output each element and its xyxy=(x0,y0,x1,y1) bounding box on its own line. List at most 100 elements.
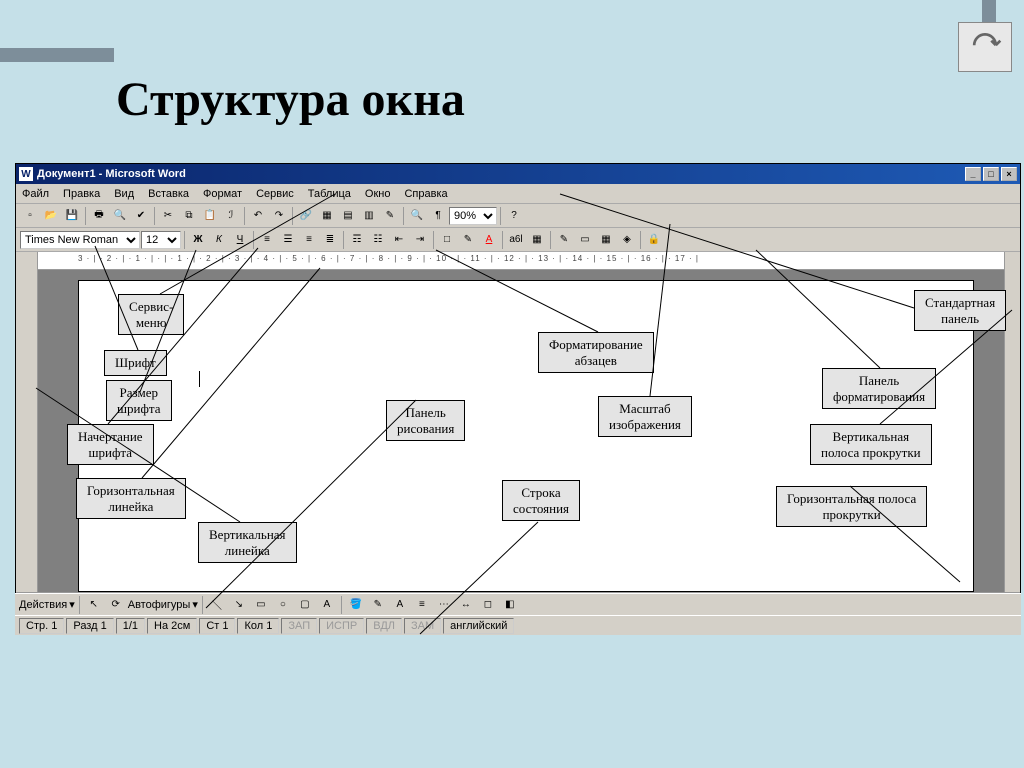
close-button[interactable]: × xyxy=(1001,167,1017,181)
drawing-toolbar: Действия▾ ↖ ⟳ Автофигуры▾ ＼ ↘ ▭ ○ ▢ A 🪣 … xyxy=(15,593,1021,615)
callout-v-ruler: Вертикальнаялинейка xyxy=(198,522,297,563)
status-pages: 1/1 xyxy=(116,618,145,634)
arrow-shape-icon[interactable]: ↘ xyxy=(229,595,249,615)
cut-icon[interactable]: ✂ xyxy=(158,206,178,226)
format-painter-icon[interactable]: ℐ xyxy=(221,206,241,226)
menu-edit[interactable]: Правка xyxy=(63,188,100,200)
callout-para-format: Форматированиеабзацев xyxy=(538,332,654,373)
menu-format[interactable]: Формат xyxy=(203,188,242,200)
vertical-ruler[interactable] xyxy=(16,252,38,592)
font-size-select[interactable]: 12 xyxy=(141,231,181,249)
highlight-icon[interactable]: ✎ xyxy=(458,230,478,250)
print-icon[interactable]: 🖶 xyxy=(89,206,109,226)
menu-help[interactable]: Справка xyxy=(404,188,447,200)
callout-draw-panel: Панельрисования xyxy=(386,400,465,441)
font-color-icon[interactable]: A xyxy=(479,230,499,250)
extra5-icon[interactable]: ▦ xyxy=(596,230,616,250)
numbered-list-icon[interactable]: ☶ xyxy=(347,230,367,250)
bullet-list-icon[interactable]: ☷ xyxy=(368,230,388,250)
arrow-style-icon[interactable]: ↔ xyxy=(456,595,476,615)
callout-scale: Масштабизображения xyxy=(598,396,692,437)
map-icon[interactable]: 🔍 xyxy=(407,206,427,226)
callout-font-style: Начертаниешрифта xyxy=(67,424,154,465)
decoration-bar-h xyxy=(0,48,114,62)
callout-h-ruler: Горизонтальнаялинейка xyxy=(76,478,186,519)
line-shape-icon[interactable]: ＼ xyxy=(207,595,227,615)
maximize-button[interactable]: □ xyxy=(983,167,999,181)
text-color-icon[interactable]: A xyxy=(390,595,410,615)
callout-v-scroll: Вертикальнаяполоса прокрутки xyxy=(810,424,932,465)
lock-icon[interactable]: 🔒 xyxy=(644,230,664,250)
link-icon[interactable]: 🔗 xyxy=(296,206,316,226)
status-at: На 2см xyxy=(147,618,197,634)
text-cursor xyxy=(199,371,200,387)
extra3-icon[interactable]: ✎ xyxy=(554,230,574,250)
extra2-icon[interactable]: ▦ xyxy=(527,230,547,250)
align-left-icon[interactable]: ≡ xyxy=(257,230,277,250)
fill-color-icon[interactable]: 🪣 xyxy=(346,595,366,615)
rotate-icon[interactable]: ⟳ xyxy=(106,595,126,615)
columns-icon[interactable]: ▥ xyxy=(359,206,379,226)
status-line: Ст 1 xyxy=(199,618,235,634)
menu-insert[interactable]: Вставка xyxy=(148,188,189,200)
align-center-icon[interactable]: ☰ xyxy=(278,230,298,250)
wordart-icon[interactable]: A xyxy=(317,595,337,615)
extra4-icon[interactable]: ▭ xyxy=(575,230,595,250)
extra1-icon[interactable]: a6l xyxy=(506,230,526,250)
standard-toolbar: ▫ 📂 💾 🖶 🔍 ✔ ✂ ⧉ 📋 ℐ ↶ ↷ 🔗 ▦ ▤ ▥ ✎ 🔍 ¶ 90… xyxy=(16,204,1020,228)
menu-table[interactable]: Таблица xyxy=(308,188,351,200)
outdent-icon[interactable]: ⇤ xyxy=(389,230,409,250)
redo-icon[interactable]: ↷ xyxy=(269,206,289,226)
oval-shape-icon[interactable]: ○ xyxy=(273,595,293,615)
autoshapes-button[interactable]: Автофигуры xyxy=(128,599,191,611)
textbox-icon[interactable]: ▢ xyxy=(295,595,315,615)
menu-tools[interactable]: Сервис xyxy=(256,188,294,200)
line-color-icon[interactable]: ✎ xyxy=(368,595,388,615)
align-right-icon[interactable]: ≡ xyxy=(299,230,319,250)
minimize-button[interactable]: _ xyxy=(965,167,981,181)
pilcrow-icon[interactable]: ¶ xyxy=(428,206,448,226)
shadow-icon[interactable]: ◻ xyxy=(478,595,498,615)
callout-format-panel: Панельформатирования xyxy=(822,368,936,409)
justify-icon[interactable]: ≣ xyxy=(320,230,340,250)
indent-icon[interactable]: ⇥ xyxy=(410,230,430,250)
horizontal-ruler[interactable]: 3 · | · 2 · | · 1 · | · | · 1 · | · 2 · … xyxy=(38,252,1004,270)
menu-view[interactable]: Вид xyxy=(114,188,134,200)
underline-button[interactable]: Ч xyxy=(230,230,250,250)
slide-title: Структура окна xyxy=(116,72,465,127)
open-icon[interactable]: 📂 xyxy=(41,206,61,226)
border-icon[interactable]: □ xyxy=(437,230,457,250)
spell-icon[interactable]: ✔ xyxy=(131,206,151,226)
callout-std-panel: Стандартнаяпанель xyxy=(914,290,1006,331)
save-icon[interactable]: 💾 xyxy=(62,206,82,226)
3d-icon[interactable]: ◧ xyxy=(500,595,520,615)
pointer-icon[interactable]: ↖ xyxy=(84,595,104,615)
back-button[interactable] xyxy=(958,22,1012,72)
dash-style-icon[interactable]: ⋯ xyxy=(434,595,454,615)
rect-shape-icon[interactable]: ▭ xyxy=(251,595,271,615)
formatting-toolbar: Times New Roman 12 Ж К Ч ≡ ☰ ≡ ≣ ☶ ☷ ⇤ ⇥… xyxy=(16,228,1020,252)
new-icon[interactable]: ▫ xyxy=(20,206,40,226)
table-icon[interactable]: ▦ xyxy=(317,206,337,226)
excel-icon[interactable]: ▤ xyxy=(338,206,358,226)
status-col: Кол 1 xyxy=(237,618,279,634)
extra6-icon[interactable]: ◈ xyxy=(617,230,637,250)
vertical-scrollbar[interactable] xyxy=(1004,252,1020,592)
undo-icon[interactable]: ↶ xyxy=(248,206,268,226)
zoom-select[interactable]: 90% xyxy=(449,207,497,225)
titlebar: W Документ1 - Microsoft Word _ □ × xyxy=(16,164,1020,184)
font-select[interactable]: Times New Roman xyxy=(20,231,140,249)
italic-button[interactable]: К xyxy=(209,230,229,250)
copy-icon[interactable]: ⧉ xyxy=(179,206,199,226)
preview-icon[interactable]: 🔍 xyxy=(110,206,130,226)
status-page: Стр. 1 xyxy=(19,618,64,634)
help-icon[interactable]: ? xyxy=(504,206,524,226)
menu-file[interactable]: Файл xyxy=(22,188,49,200)
actions-button[interactable]: Действия xyxy=(19,599,67,611)
line-style-icon[interactable]: ≡ xyxy=(412,595,432,615)
status-section: Разд 1 xyxy=(66,618,113,634)
bold-button[interactable]: Ж xyxy=(188,230,208,250)
menu-window[interactable]: Окно xyxy=(365,188,391,200)
paste-icon[interactable]: 📋 xyxy=(200,206,220,226)
drawing-icon[interactable]: ✎ xyxy=(380,206,400,226)
